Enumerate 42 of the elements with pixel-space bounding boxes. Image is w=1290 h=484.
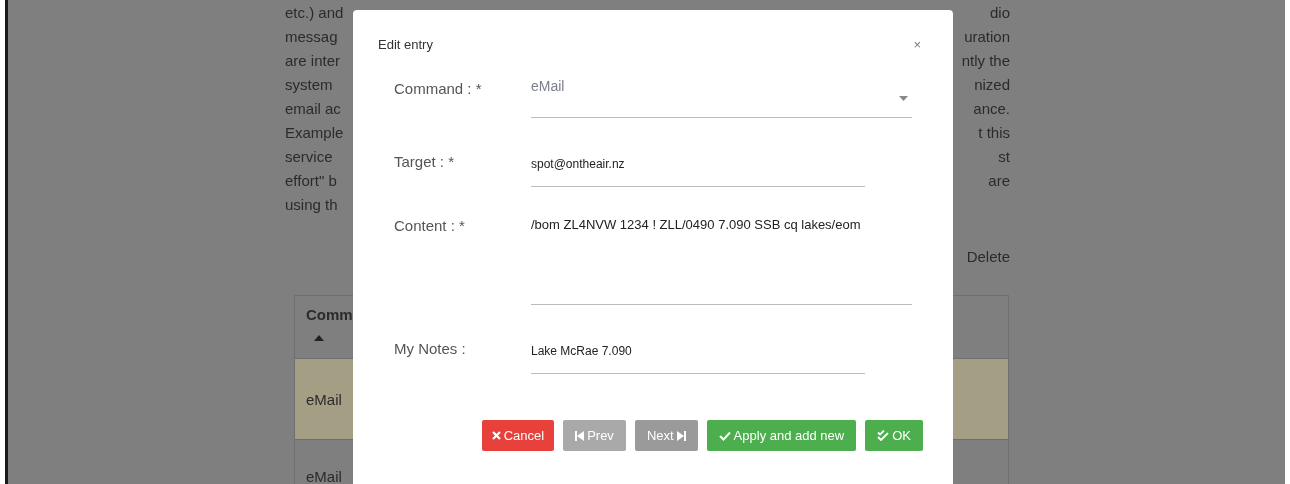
- paragraph-fragment: t this: [978, 123, 1010, 143]
- column-header[interactable]: Comm: [306, 306, 353, 323]
- delete-link[interactable]: Delete: [966, 245, 1010, 269]
- paragraph-fragment: email ac: [285, 99, 341, 119]
- double-check-icon: [877, 430, 890, 441]
- field-label: Command : *: [394, 79, 483, 99]
- skip-back-icon: [575, 430, 585, 441]
- close-button[interactable]: ×: [911, 36, 923, 52]
- paragraph-fragment: are: [988, 171, 1010, 191]
- field-label: My Notes :: [394, 339, 467, 359]
- input-field[interactable]: spot@ontheair.nz: [531, 143, 865, 187]
- paragraph-fragment: etc.) and: [285, 3, 344, 23]
- table-cell-text: eMail: [305, 468, 342, 484]
- cancel-button[interactable]: Cancel: [481, 420, 555, 451]
- sort-ascending-icon[interactable]: [314, 335, 324, 341]
- dialog-title: Edit entry: [378, 36, 433, 52]
- ok-button[interactable]: OK: [865, 420, 923, 451]
- field-label: Content : *: [394, 216, 466, 236]
- paragraph-fragment: dio: [989, 3, 1010, 23]
- command-select[interactable]: eMail: [531, 70, 912, 118]
- field-label: Target : *: [394, 152, 456, 172]
- caret-icon: [899, 96, 908, 101]
- skip-forward-icon: [676, 430, 686, 441]
- paragraph-fragment: nized: [974, 75, 1010, 95]
- paragraph-fragment: service: [285, 147, 333, 167]
- apply-button[interactable]: Apply and add new: [706, 420, 857, 451]
- input-field[interactable]: Lake McRae 7.090: [531, 330, 865, 374]
- paragraph-fragment: are inter: [285, 51, 341, 71]
- text-area[interactable]: /bom ZL4NVW 1234 ! ZLL/0490 7.090 SSB cq lakes/eom: [531, 207, 912, 305]
- check-icon: [718, 430, 731, 441]
- next-button[interactable]: Next: [634, 420, 698, 451]
- paragraph-fragment: using th: [285, 195, 338, 215]
- paragraph-fragment: Example: [285, 123, 344, 143]
- paragraph-fragment: system: [285, 75, 333, 95]
- paragraph-fragment: st: [998, 147, 1010, 167]
- paragraph-fragment: ance.: [973, 99, 1010, 119]
- paragraph-fragment: messag: [285, 27, 338, 47]
- close-icon: [491, 431, 501, 440]
- paragraph-fragment: ntly the: [961, 51, 1010, 71]
- paragraph-fragment: effort" b: [285, 171, 337, 191]
- paragraph-fragment: uration: [964, 27, 1010, 47]
- table-cell-text: eMail: [305, 390, 342, 408]
